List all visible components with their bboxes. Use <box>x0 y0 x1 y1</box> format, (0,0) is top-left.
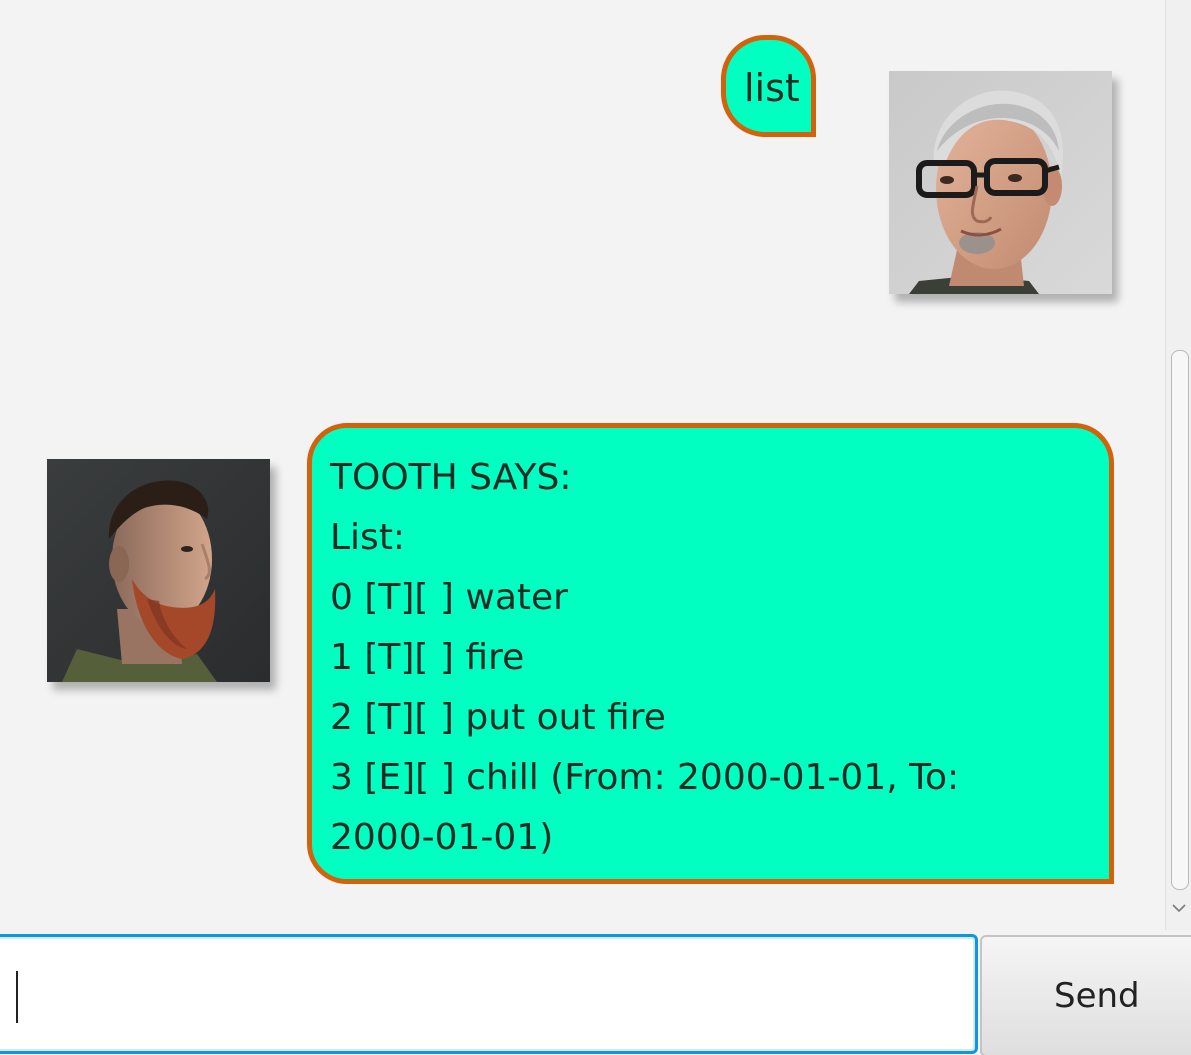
bot-message-line: List: <box>330 517 406 558</box>
message-input[interactable] <box>0 934 978 1054</box>
text-caret <box>16 971 18 1023</box>
bot-message-line: TOOTH SAYS: <box>330 457 572 498</box>
chat-window: list TOOTH SAYS: List: 0 [T][] water 1 … <box>0 0 1191 1055</box>
input-bar: Send <box>0 930 1191 1055</box>
send-button[interactable]: Send <box>980 935 1191 1055</box>
user-avatar-glasses-man-icon <box>889 71 1112 294</box>
bot-avatar <box>47 459 270 682</box>
bot-message-line: 2000-01-01) <box>330 817 554 858</box>
bot-message-line: 3 [E][ ] chill (From: 2000-01-01, To: <box>330 757 960 798</box>
user-message-text: list <box>744 66 800 110</box>
scroll-down-arrow-icon[interactable] <box>1171 900 1187 916</box>
vertical-scrollbar[interactable] <box>1165 0 1191 930</box>
user-avatar <box>889 71 1112 294</box>
bot-message-bubble: TOOTH SAYS: List: 0 [T][ ] water 1 [T][ … <box>307 423 1114 884</box>
bot-message-line: 0 [T][ ] water <box>330 577 568 618</box>
scrollbar-thumb[interactable] <box>1171 350 1189 890</box>
user-message-bubble: list <box>721 35 816 137</box>
bot-avatar-bearded-man-icon <box>47 459 270 682</box>
bot-message-line: 2 [T][ ] put out fire <box>330 697 666 738</box>
bot-message-line: 1 [T][ ] fire <box>330 637 525 678</box>
dialog-scroll-pane[interactable]: list TOOTH SAYS: List: 0 [T][] water 1 … <box>0 0 1165 930</box>
